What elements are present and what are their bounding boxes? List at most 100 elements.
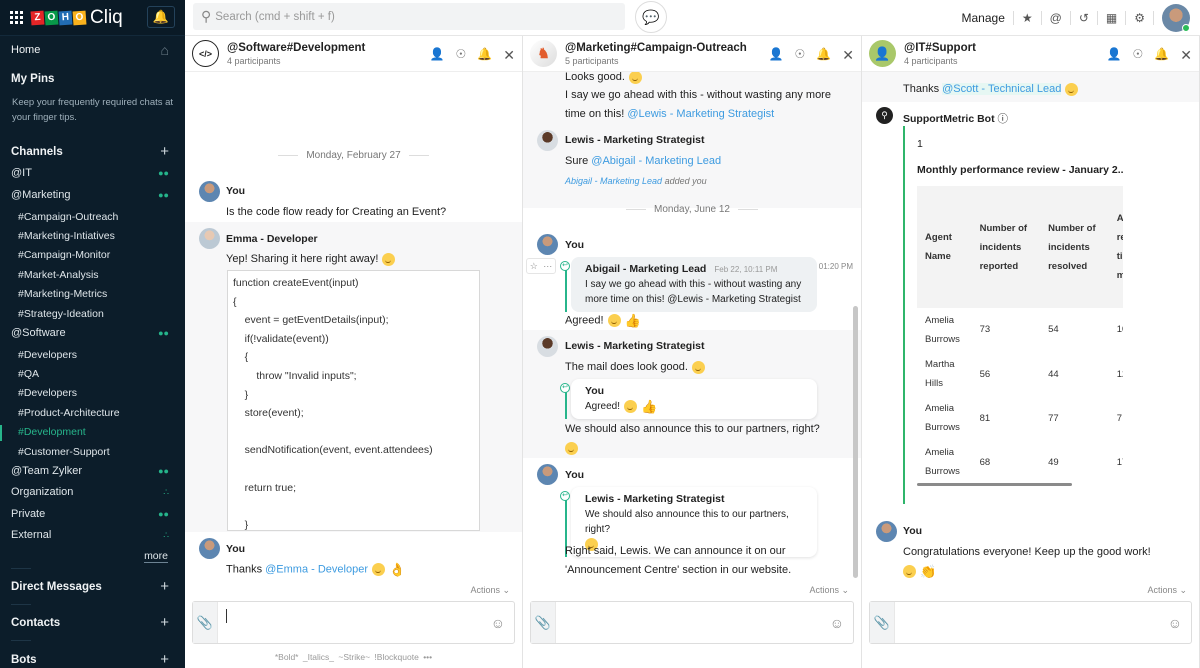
sidebar-channel-item[interactable]: @IT ●● [11,167,169,179]
chat-title[interactable]: @Software#Development [227,42,365,54]
starred-icon[interactable]: ★ [1014,11,1042,25]
participants-count[interactable]: 4 participants [227,56,365,66]
smile-emoji-icon [691,360,705,374]
sidebar-channel-item[interactable]: Private ●● [11,508,169,520]
smile-emoji-icon [372,563,386,576]
close-icon[interactable]: ✕ [842,47,854,64]
sidebar-home[interactable]: Home ⌂ [11,42,169,58]
sidebar-channel-item[interactable]: #Developers [18,387,169,399]
attachment-clip-icon[interactable]: 📎 [531,602,556,643]
calendar-icon[interactable]: ▦ [1098,11,1127,25]
quoted-message[interactable]: ↩ Abigail - Marketing Lead Feb 22, 10:11 … [560,257,817,312]
emoji-picker-icon[interactable]: ☺ [1168,615,1182,631]
notification-bell-icon[interactable]: 🔔 [816,47,831,64]
user-avatar[interactable] [1162,4,1190,32]
sender-name: You [565,469,585,481]
sidebar-channel-item[interactable]: Organization ∴ [11,486,169,498]
message-text: Yep! Sharing it here right away! [226,253,379,265]
record-icon[interactable]: ☉ [795,47,806,64]
actions-dropdown[interactable]: Actions ⌄ [470,585,510,596]
sidebar-channel-item[interactable]: #Marketing-Intiatives [18,230,169,242]
sidebar-channel-item[interactable]: #Product-Architecture [18,407,169,419]
mention-link[interactable]: @Emma - Developer [265,563,368,575]
direct-messages-title: Direct Messages [11,580,102,593]
sidebar-channel-item[interactable]: #Market-Analysis [18,269,169,281]
message-composer[interactable]: 📎 ☺ [192,601,515,644]
format-hint: *Bold* _Italics_ ~Strike~ !Blockquote ••… [274,652,433,662]
mention-link[interactable]: @Scott - Technical Lead [942,83,1062,95]
message-composer[interactable]: 📎 ☺ [869,601,1192,644]
add-contact-plus-icon[interactable]: + [160,614,169,631]
mentions-icon[interactable]: @ [1042,11,1071,25]
bot-name[interactable]: SupportMetric Bot ⓘ [903,111,1008,126]
chat-panel-campaign-outreach: ♞ @Marketing#Campaign-Outreach 5 partici… [523,36,862,668]
group-icon: ●● [158,189,169,200]
sidebar-channel-item[interactable]: @Team Zylker ●● [11,465,169,477]
more-channels-link[interactable]: more [144,550,168,563]
scrollbar[interactable] [853,306,858,578]
attachment-clip-icon[interactable]: 📎 [193,602,218,643]
sidebar-channel-item[interactable]: #Development [18,426,169,438]
record-icon[interactable]: ☉ [1133,47,1144,64]
add-participant-icon[interactable]: 👤 [430,47,445,64]
new-chat-icon[interactable]: 💬 [635,1,667,33]
sidebar-channel-item[interactable]: @Marketing ●● [11,189,169,201]
message: We should also announce this to our part… [565,420,820,458]
sidebar-channel-item[interactable]: #Customer-Support [18,446,169,458]
quote-sender: You [585,385,605,397]
participants-count[interactable]: 4 participants [904,56,976,66]
add-dm-plus-icon[interactable]: + [160,578,169,595]
star-icon[interactable]: ☆ [530,261,538,272]
mention-link[interactable]: @Abigail - Marketing Lead [591,155,721,167]
add-channel-plus-icon[interactable]: + [160,143,169,160]
sidebar-channel-item[interactable]: External ∴ [11,529,169,541]
quoted-message[interactable]: ↩ You Agreed! 👍 [560,379,817,420]
notifications-bell-icon[interactable]: 🔔 [147,6,175,28]
contacts-header[interactable]: Contacts + [11,614,169,631]
sidebar-channel-item[interactable]: @Software ●● [11,327,169,339]
sidebar-channel-item[interactable]: #Marketing-Metrics [18,288,169,300]
add-bot-plus-icon[interactable]: + [160,651,169,668]
chat-title[interactable]: @Marketing#Campaign-Outreach [565,42,747,54]
sender-name: Lewis - Marketing Strategist [565,340,705,352]
horizontal-scrollbar[interactable] [917,483,1072,486]
mention-link[interactable]: @Lewis - Marketing Strategist [627,108,774,120]
participants-count[interactable]: 5 participants [565,56,747,66]
history-icon[interactable]: ↺ [1071,11,1098,25]
notification-bell-icon[interactable]: 🔔 [477,47,492,64]
close-icon[interactable]: ✕ [503,47,515,64]
actions-dropdown[interactable]: Actions ⌄ [809,585,849,596]
direct-messages-header[interactable]: Direct Messages + [11,578,169,595]
emoji-picker-icon[interactable]: ☺ [830,615,844,631]
sidebar-channel-item[interactable]: #Campaign-Monitor [18,249,169,261]
message-hover-actions[interactable]: ☆ ··· [526,258,556,274]
more-options-icon[interactable]: ··· [543,261,552,271]
attachment-clip-icon[interactable]: 📎 [870,602,895,643]
chat-header: 👤 @IT#Support 4 participants 👤 ☉ 🔔 ✕ [862,36,1199,72]
channel-label: #Developers [18,348,77,361]
notification-bell-icon[interactable]: 🔔 [1154,47,1169,64]
sidebar-channel-item[interactable]: #QA [18,368,169,380]
search-input[interactable]: ⚲ Search (cmd + shift + f) [193,3,625,30]
reply-icon: ↩ [560,491,570,501]
actions-dropdown[interactable]: Actions ⌄ [1147,585,1187,596]
sidebar-channel-item[interactable]: #Campaign-Outreach [18,211,169,223]
app-grid-icon[interactable] [10,11,23,24]
group-icon: ●● [158,508,169,519]
info-icon[interactable]: ⓘ [998,113,1009,125]
emoji-picker-icon[interactable]: ☺ [491,615,505,631]
settings-gear-icon[interactable]: ⚙ [1126,11,1154,25]
system-text: added you [662,176,707,186]
add-participant-icon[interactable]: 👤 [1107,47,1122,64]
mention-link[interactable]: Abigail - Marketing Lead [565,176,662,186]
close-icon[interactable]: ✕ [1180,47,1192,64]
bots-header[interactable]: Bots + [11,651,169,668]
sidebar-channel-item[interactable]: #Strategy-Ideation [18,308,169,320]
message-composer[interactable]: 📎 ☺ [530,601,854,644]
manage-button[interactable]: Manage [954,11,1014,25]
add-participant-icon[interactable]: 👤 [769,47,784,64]
record-icon[interactable]: ☉ [456,47,467,64]
home-icon: ⌂ [160,42,169,58]
chat-title[interactable]: @IT#Support [904,42,976,54]
sidebar-channel-item[interactable]: #Developers [18,349,169,361]
